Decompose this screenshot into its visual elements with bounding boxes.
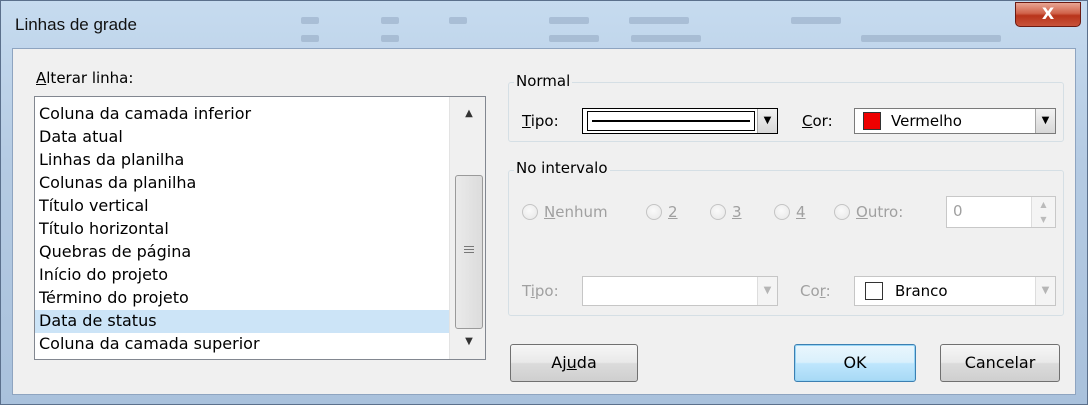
list-item[interactable]: Coluna da camada superior xyxy=(35,333,453,356)
list-item[interactable]: Quebras de página xyxy=(35,241,453,264)
list-item[interactable]: Data atual xyxy=(35,126,453,149)
interval-type-label-text: po: xyxy=(534,282,559,300)
radio-other-label: Outro: xyxy=(856,203,903,221)
background-blur xyxy=(301,35,319,42)
other-interval-value: 0 xyxy=(953,202,963,220)
chevron-down-icon[interactable]: ▼ xyxy=(1035,277,1055,305)
normal-color-value: Vermelho xyxy=(891,112,962,130)
interval-color-label: Cor: xyxy=(800,282,831,300)
window-title: Linhas de grade xyxy=(15,15,137,34)
background-blur xyxy=(861,35,1001,42)
white-swatch-icon xyxy=(865,282,883,300)
change-line-label: Alterar linha: xyxy=(36,69,133,87)
list-item[interactable]: Término do projeto xyxy=(35,287,453,310)
change-line-label-text: lterar linha: xyxy=(46,69,134,87)
list-item[interactable]: Título vertical xyxy=(35,195,453,218)
scrollbar-thumb[interactable] xyxy=(455,175,483,329)
radio-3-label: 3 xyxy=(732,203,742,221)
list-item[interactable]: Colunas da planilha xyxy=(35,172,453,195)
radio-none-key: N xyxy=(544,203,556,221)
background-blur xyxy=(381,35,399,42)
cancel-button[interactable]: Cancelar xyxy=(940,344,1060,382)
normal-line-type-select[interactable]: ▼ xyxy=(582,108,778,134)
normal-color-select[interactable]: Vermelho ▼ xyxy=(854,108,1056,134)
change-line-label-key: A xyxy=(36,69,47,87)
list-scrollbar[interactable]: ▲ ▼ xyxy=(449,97,485,359)
normal-color-label-text: or: xyxy=(812,112,833,130)
line-preview-icon xyxy=(592,120,750,122)
radio-other-key: O xyxy=(856,203,868,221)
close-icon: X xyxy=(1041,4,1055,23)
grip-line xyxy=(464,246,474,247)
help-button-key: u xyxy=(566,353,577,372)
interval-color-value: Branco xyxy=(895,282,948,300)
normal-type-label-text: ipo: xyxy=(530,112,559,130)
grip-line xyxy=(464,249,474,250)
background-blur xyxy=(629,17,689,24)
radio-3[interactable] xyxy=(710,204,726,220)
list-item[interactable]: Título horizontal xyxy=(35,218,453,241)
normal-type-label: Tipo: xyxy=(522,112,559,130)
normal-color-label: Cor: xyxy=(802,112,833,130)
help-button[interactable]: Ajuda xyxy=(510,344,638,382)
interval-line-type-select[interactable]: ▼ xyxy=(582,276,778,306)
background-blur xyxy=(549,17,589,24)
help-button-text: da xyxy=(576,353,597,372)
chevron-down-icon[interactable]: ▼ xyxy=(757,277,777,305)
other-interval-spinner[interactable]: 0 ▲ ▼ xyxy=(946,196,1056,228)
radio-other-text: utro: xyxy=(867,203,904,221)
spin-up-icon[interactable]: ▲ xyxy=(1031,197,1055,212)
spin-down-icon[interactable]: ▼ xyxy=(1031,212,1055,227)
interval-color-label-text: : xyxy=(825,282,831,300)
grip-line xyxy=(464,252,474,253)
red-swatch-icon xyxy=(863,112,881,130)
background-blur xyxy=(381,17,399,24)
chevron-down-icon[interactable]: ▼ xyxy=(757,109,777,133)
radio-other[interactable] xyxy=(834,204,850,220)
interval-type-label-pre: T xyxy=(522,282,531,300)
background-blur xyxy=(549,35,599,42)
normal-color-label-key: C xyxy=(802,112,813,130)
list-item[interactable]: Linhas da planilha xyxy=(35,149,453,172)
interval-color-select[interactable]: Branco ▼ xyxy=(854,276,1056,306)
radio-none-label: Nenhum xyxy=(544,203,608,221)
radio-none-text: enhum xyxy=(555,203,608,221)
scroll-up-icon[interactable]: ▲ xyxy=(450,103,485,125)
ok-button[interactable]: OK xyxy=(794,344,916,382)
interval-type-label: Tipo: xyxy=(522,282,559,300)
radio-2[interactable] xyxy=(646,204,662,220)
normal-type-label-key: T xyxy=(522,112,531,130)
normal-group-label: Normal xyxy=(514,72,573,90)
radio-none[interactable] xyxy=(522,204,538,220)
chevron-down-icon[interactable]: ▼ xyxy=(1035,109,1055,133)
background-blur xyxy=(791,17,841,24)
line-preview-box xyxy=(587,111,755,131)
background-blur xyxy=(301,17,319,24)
interval-group-label: No intervalo xyxy=(514,159,610,177)
list-item-selected[interactable]: Data de status xyxy=(35,310,453,333)
list-item[interactable]: Início do projeto xyxy=(35,264,453,287)
list-item[interactable]: Coluna da camada inferior xyxy=(35,103,453,126)
radio-4[interactable] xyxy=(774,204,790,220)
interval-color-label-pre: Co xyxy=(800,282,820,300)
close-button[interactable]: X xyxy=(1015,2,1081,27)
background-blur xyxy=(631,35,701,42)
help-button-pre: Aj xyxy=(551,353,567,372)
radio-4-label: 4 xyxy=(796,203,806,221)
radio-2-label: 2 xyxy=(668,203,678,221)
background-blur xyxy=(449,17,467,24)
change-line-listbox[interactable]: Coluna da camada inferior Data atual Lin… xyxy=(34,96,486,360)
scroll-down-icon[interactable]: ▼ xyxy=(450,331,485,353)
